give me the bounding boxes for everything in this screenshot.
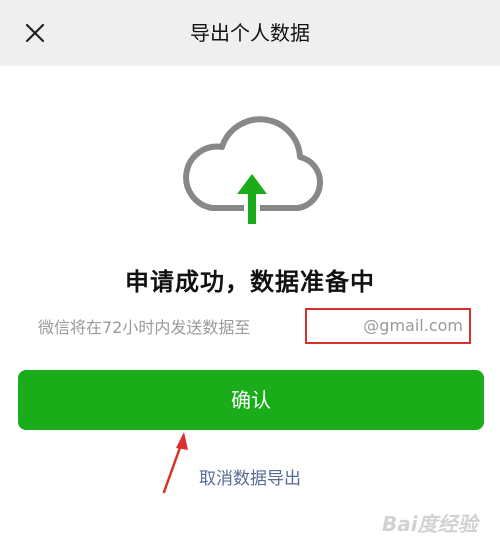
success-title: 申请成功，数据准备中 [125,268,375,296]
watermark-logo: Bai度经验 [382,512,478,536]
cancel-export-link[interactable]: 取消数据导出 [0,464,500,489]
email-highlight-box: @gmail.com [305,308,471,344]
send-info-text: 微信将在72小时内发送数据至 [38,318,251,337]
cloud-upload-icon [183,116,324,224]
email-address: @gmail.com [363,316,463,335]
close-icon [25,23,45,43]
close-button[interactable] [18,16,52,50]
header-bar: 导出个人数据 [0,0,500,66]
page-title: 导出个人数据 [190,21,310,45]
confirm-button[interactable]: 确认 [18,370,484,430]
